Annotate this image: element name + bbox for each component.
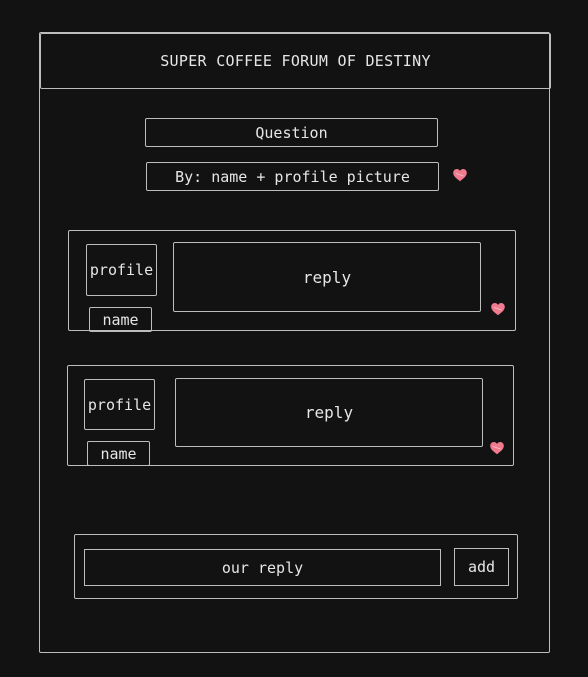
reply-body: reply — [173, 242, 481, 312]
question-label: Question — [255, 123, 328, 142]
heart-icon — [491, 303, 505, 316]
reply-text: reply — [304, 403, 354, 422]
reply-text: reply — [302, 267, 352, 287]
profile-label: profile — [87, 395, 152, 414]
author-name[interactable]: name — [87, 441, 150, 466]
question-byline: By: name + profile picture — [146, 162, 439, 191]
author-name-label: name — [100, 444, 137, 463]
reply-like-heart-icon[interactable] — [490, 301, 506, 317]
author-name-label: name — [102, 310, 139, 329]
profile-picture[interactable]: profile — [84, 379, 155, 430]
heart-icon — [490, 442, 504, 455]
reply-like-heart-icon[interactable] — [489, 440, 505, 456]
page-header: SUPER COFFEE FORUM OF DESTINY — [40, 33, 551, 89]
profile-picture[interactable]: profile — [86, 244, 157, 296]
reply-input[interactable] — [84, 549, 441, 586]
heart-icon — [453, 169, 467, 182]
byline-text: By: name + profile picture — [175, 167, 410, 186]
profile-label: profile — [89, 261, 154, 279]
question-like-heart-icon[interactable] — [452, 167, 468, 183]
question-title[interactable]: Question — [145, 118, 438, 147]
reply-body: reply — [175, 378, 483, 447]
page-title: SUPER COFFEE FORUM OF DESTINY — [160, 52, 431, 70]
add-button[interactable]: add — [454, 548, 509, 586]
author-name[interactable]: name — [89, 307, 152, 332]
